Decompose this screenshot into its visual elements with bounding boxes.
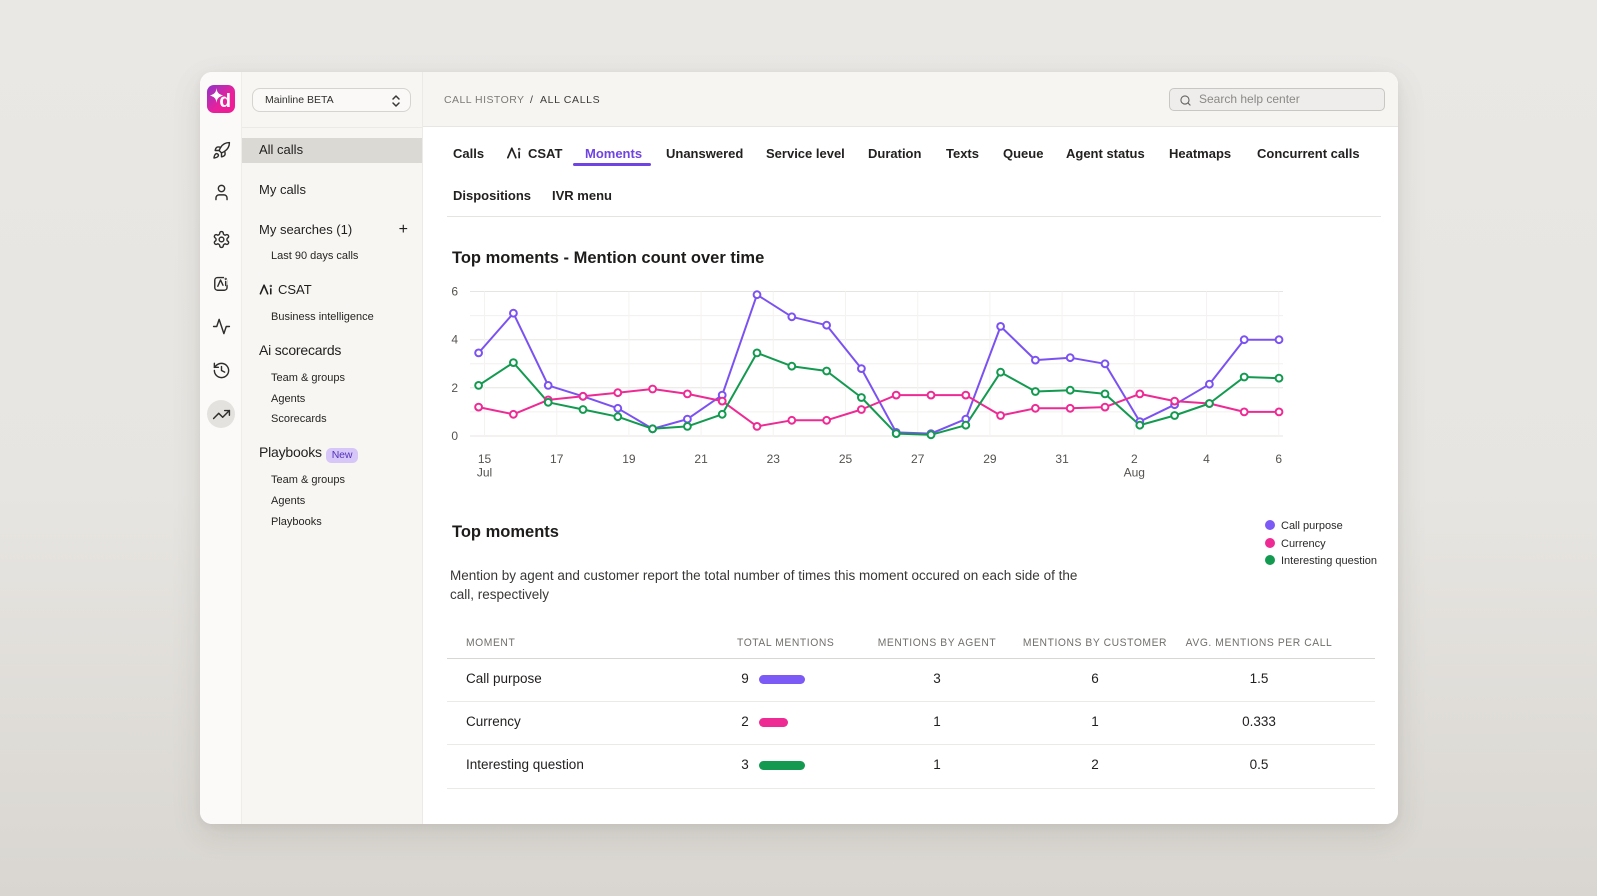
svg-text:29: 29 [983,452,997,466]
svg-text:6: 6 [1275,452,1282,466]
svg-text:4: 4 [1203,452,1210,466]
svg-text:6: 6 [451,285,458,299]
svg-text:15: 15 [478,452,492,466]
svg-text:Jul: Jul [477,466,492,480]
svg-text:27: 27 [911,452,925,466]
svg-text:19: 19 [622,452,636,466]
svg-text:21: 21 [694,452,708,466]
svg-text:4: 4 [451,333,458,347]
svg-text:2: 2 [451,381,458,395]
svg-text:2: 2 [1131,452,1138,466]
svg-text:25: 25 [839,452,853,466]
svg-text:23: 23 [767,452,781,466]
svg-text:17: 17 [550,452,564,466]
svg-text:31: 31 [1055,452,1069,466]
svg-text:Aug: Aug [1124,466,1145,480]
svg-text:0: 0 [451,429,458,443]
